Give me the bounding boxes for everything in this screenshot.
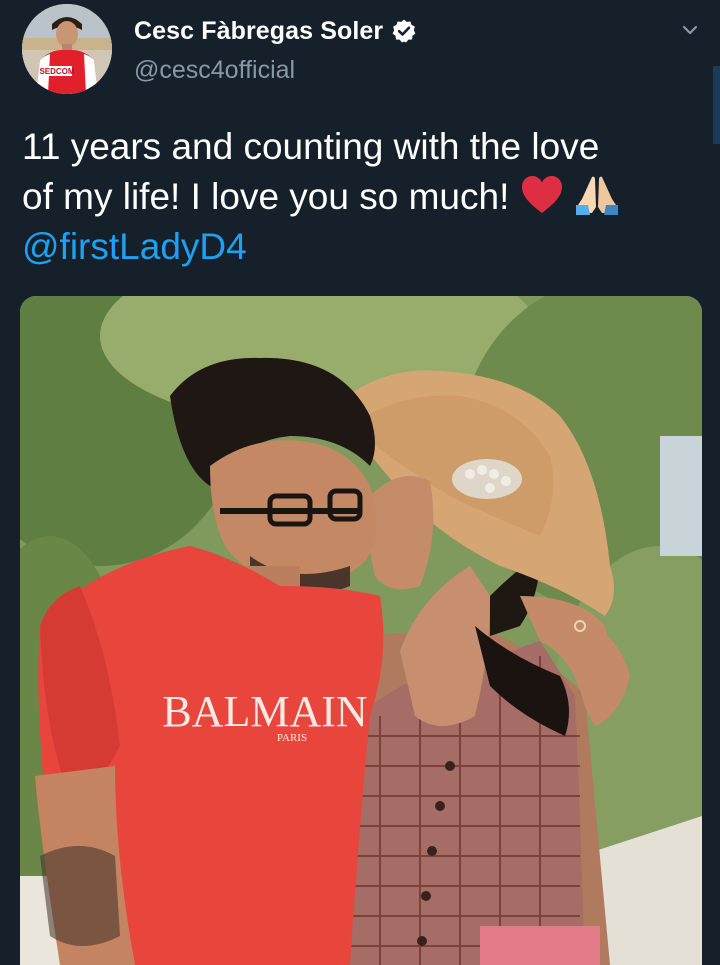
red-heart-icon <box>521 176 562 213</box>
tweet-photo[interactable]: BALMAIN PARIS <box>20 296 702 965</box>
avatar-image: SEDCOM <box>22 4 112 94</box>
photo-image: BALMAIN PARIS <box>20 296 702 965</box>
scroll-indicator <box>713 66 720 144</box>
author-handle[interactable]: @cesc4official <box>134 56 295 85</box>
mention-link[interactable]: @firstLadyD4 <box>22 222 702 272</box>
photo-shirt-brand: BALMAIN <box>162 687 367 736</box>
author-avatar[interactable]: SEDCOM <box>22 4 112 94</box>
tweet-card[interactable]: SEDCOM Cesc Fàbregas Soler @cesc4officia… <box>0 0 720 965</box>
folded-hands-icon <box>575 176 618 215</box>
tweet-text-line-2-content: of my life! I love you so much! <box>22 176 510 217</box>
author-display-name[interactable]: Cesc Fàbregas Soler <box>134 17 383 46</box>
verified-badge-icon <box>392 19 416 43</box>
tweet-text: 11 years and counting with the love of m… <box>22 122 702 272</box>
author-name-row[interactable]: Cesc Fàbregas Soler <box>134 14 417 48</box>
tweet-text-line-1: 11 years and counting with the love <box>22 126 600 167</box>
tweet-text-line-2: of my life! I love you so much! <box>22 172 702 222</box>
avatar-shirt-text: SEDCOM <box>39 67 74 76</box>
photo-shirt-sub: PARIS <box>277 732 307 744</box>
chevron-down-icon[interactable] <box>678 20 702 40</box>
